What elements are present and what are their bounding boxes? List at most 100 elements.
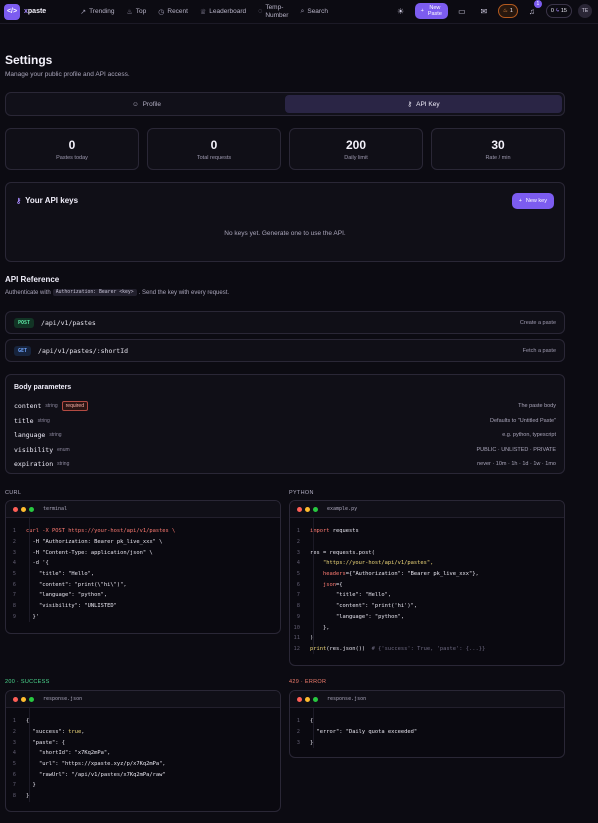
api-keys-card: ⚷ Your API keys + New key No keys yet. Gen… bbox=[5, 182, 565, 262]
nav-link-trending[interactable]: ↗ Trending bbox=[80, 8, 114, 16]
nav-link-leaderboard[interactable]: ♕ Leaderboard bbox=[200, 8, 246, 16]
window-maximize-dot bbox=[313, 506, 318, 512]
streak-count: 1 bbox=[509, 8, 513, 14]
top-nav: </> xpaste ↗ Trending ♨ Top ◷ Recent ♕ Leade… bbox=[0, 0, 598, 24]
tab-profile[interactable]: ☺ Profile bbox=[8, 95, 285, 113]
code-icon[interactable]: </> bbox=[4, 3, 20, 20]
avatar[interactable]: TE bbox=[578, 4, 592, 18]
endpoint-fetch-paste[interactable]: GET /api/v1/pastes/:shortId Fetch a past… bbox=[5, 339, 565, 362]
required-badge: required bbox=[61, 401, 88, 411]
code-block-python: example.py 1 import requests 2 3 res = reque… bbox=[289, 500, 565, 666]
line-number: 8 bbox=[12, 793, 16, 800]
line-number: 3 bbox=[12, 549, 16, 556]
code-line: 1 import requests bbox=[290, 526, 564, 537]
window-minimize-dot bbox=[305, 696, 310, 702]
nav-link-recent[interactable]: ◷ Recent bbox=[158, 8, 188, 16]
method-badge: GET bbox=[14, 345, 32, 356]
code-line: 5 headers ={"Authorization": "Bearer pk_l… bbox=[290, 569, 564, 580]
code-token: # {'success': True, 'paste': {...}} bbox=[371, 645, 486, 652]
code-block-success: response.json 1{2 "success": true, 3 "pas… bbox=[5, 690, 281, 812]
line-number: 3 bbox=[296, 549, 300, 556]
credits-left: 0 bbox=[550, 8, 554, 14]
tab-label: API Key bbox=[416, 100, 440, 108]
plus-icon: + bbox=[420, 8, 424, 14]
param-name: visibility bbox=[14, 446, 54, 454]
stat-label: Rate / min bbox=[485, 155, 511, 161]
code-token: headers bbox=[310, 571, 346, 578]
code-line: 10 }, bbox=[290, 622, 564, 633]
body-params-title: Body parameters bbox=[14, 384, 72, 391]
messages-icon[interactable]: ▭ bbox=[454, 3, 470, 19]
code-filename: example.py bbox=[327, 506, 358, 512]
user-icon: ☺ bbox=[131, 100, 139, 108]
stat-value: 0 bbox=[210, 138, 218, 152]
code-token: true bbox=[68, 729, 82, 736]
code-line: 1{ bbox=[6, 716, 280, 727]
code-line: 6 json ={ bbox=[290, 579, 564, 590]
line-number: 11 bbox=[293, 635, 301, 642]
code-token: "language": "python", bbox=[310, 613, 405, 620]
line-number: 1 bbox=[12, 528, 16, 535]
code-token: "title": "Hello", bbox=[310, 592, 392, 599]
code-line: 3 res = requests.post( bbox=[290, 547, 564, 558]
code-label-error: 429 · ERROR bbox=[289, 679, 327, 685]
streak-badge[interactable]: ♨ 1 bbox=[497, 4, 518, 18]
line-number: 2 bbox=[296, 539, 300, 546]
nav-link-temp-number[interactable]: ◌ Temp- Number bbox=[258, 4, 288, 20]
tab-api-key[interactable]: ⚷ API Key bbox=[285, 95, 562, 113]
window-close-dot bbox=[297, 506, 302, 512]
endpoint-create-paste[interactable]: POST /api/v1/pastes Create a paste bbox=[5, 311, 565, 334]
line-number: 1 bbox=[12, 718, 16, 725]
stat-value: 0 bbox=[68, 138, 76, 152]
param-name: title bbox=[14, 417, 34, 425]
code-line: 8 "visibility": "UNLISTED" bbox=[6, 601, 280, 612]
line-number: 10 bbox=[293, 624, 301, 631]
brand-name[interactable]: xpaste bbox=[24, 8, 46, 15]
stat-value: 200 bbox=[345, 138, 367, 152]
line-number: 2 bbox=[12, 539, 16, 546]
new-paste-label: New Paste bbox=[428, 5, 442, 17]
code-line: 3} bbox=[290, 737, 564, 748]
code-token: "url": "https://xpaste.xyz/p/x7Kq2mPa", bbox=[26, 761, 166, 768]
theme-toggle-sun-icon[interactable]: ☀ bbox=[393, 3, 409, 19]
line-number: 8 bbox=[12, 603, 16, 610]
line-number: 1 bbox=[296, 718, 300, 725]
nav-link-top[interactable]: ♨ Top bbox=[127, 8, 147, 16]
code-header: example.py bbox=[290, 501, 564, 518]
phone-icon: ◌ bbox=[258, 8, 263, 15]
code-line: 4 -d '{ bbox=[6, 558, 280, 569]
credits-right: 15 bbox=[560, 8, 567, 14]
code-token: "shortId": "x7Kq2mPa", bbox=[26, 750, 111, 757]
code-header: response.json bbox=[290, 691, 564, 708]
code-block-error: response.json 1{2 "error": "Daily quota … bbox=[289, 690, 565, 758]
code-line: 2 -H "Authorization: Bearer pk_live_xxx"… bbox=[6, 537, 280, 548]
line-number: 1 bbox=[296, 528, 300, 535]
window-minimize-dot bbox=[21, 506, 26, 512]
stat-value: 30 bbox=[491, 138, 505, 152]
page-title: Settings bbox=[5, 53, 53, 67]
param-type: string bbox=[49, 432, 62, 438]
mail-icon[interactable]: ✉ bbox=[476, 3, 492, 19]
code-line: 7 "language": "python", bbox=[6, 590, 280, 601]
line-number: 12 bbox=[293, 645, 301, 652]
code-token: "content": "print('hi')", bbox=[310, 603, 418, 610]
nav-link-label: Temp- Number bbox=[265, 4, 288, 20]
line-number: 5 bbox=[296, 571, 300, 578]
tab-label: Profile bbox=[142, 100, 162, 108]
code-token: "title": "Hello", bbox=[26, 571, 95, 578]
bell-icon[interactable]: ♫ 1 bbox=[524, 0, 542, 19]
body-params-card: Body parameters content string required … bbox=[5, 374, 565, 474]
settings-tabs: ☺ Profile ⚷ API Key bbox=[5, 92, 565, 116]
clock-icon: ◷ bbox=[158, 8, 165, 16]
new-paste-button[interactable]: + New Paste bbox=[414, 3, 448, 19]
code-token: ={"Authorization": "Bearer pk_live_xxx"}… bbox=[345, 571, 479, 578]
nav-link-search[interactable]: ⌕ Search bbox=[300, 8, 328, 16]
credits-badge[interactable]: 0 ϟ 15 bbox=[545, 4, 572, 18]
nav-link-label-line1: Temp- bbox=[265, 3, 284, 11]
new-key-button[interactable]: + New key bbox=[511, 193, 554, 209]
code-body: 1 curl -X POST https://your-host/api/v1/p… bbox=[6, 518, 280, 623]
code-token: ={ bbox=[335, 581, 343, 588]
api-keys-title: ⚷ Your API keys bbox=[16, 196, 78, 205]
line-number: 6 bbox=[296, 581, 300, 588]
stat-card-total-requests: 0 Total requests bbox=[147, 128, 281, 170]
